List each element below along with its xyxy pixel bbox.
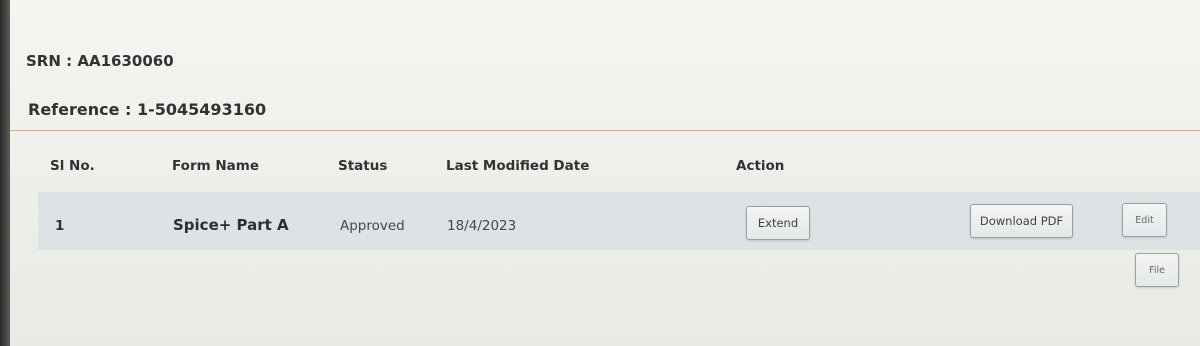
reference-label: Reference : 1-5045493160 xyxy=(28,100,267,119)
column-header-status: Status xyxy=(338,158,388,174)
form-status-panel: SRN : AA1630060 Reference : 1-5045493160… xyxy=(10,0,1200,346)
screen-bezel xyxy=(0,0,10,346)
section-divider xyxy=(10,130,1200,131)
srn-label: SRN : AA1630060 xyxy=(26,52,174,70)
row-status: Approved xyxy=(340,218,405,234)
edit-button[interactable]: Edit xyxy=(1122,203,1167,237)
file-button[interactable]: File xyxy=(1135,253,1179,287)
download-pdf-button[interactable]: Download PDF xyxy=(970,204,1073,238)
row-last-modified-date: 18/4/2023 xyxy=(447,218,517,234)
column-header-last-modified-date: Last Modified Date xyxy=(446,158,590,174)
extend-button[interactable]: Extend xyxy=(746,206,810,240)
column-header-sl-no: Sl No. xyxy=(50,158,95,174)
row-form-name: Spice+ Part A xyxy=(173,216,289,234)
column-header-form-name: Form Name xyxy=(172,158,260,174)
row-sl-no: 1 xyxy=(55,218,65,234)
column-header-action: Action xyxy=(736,158,785,174)
